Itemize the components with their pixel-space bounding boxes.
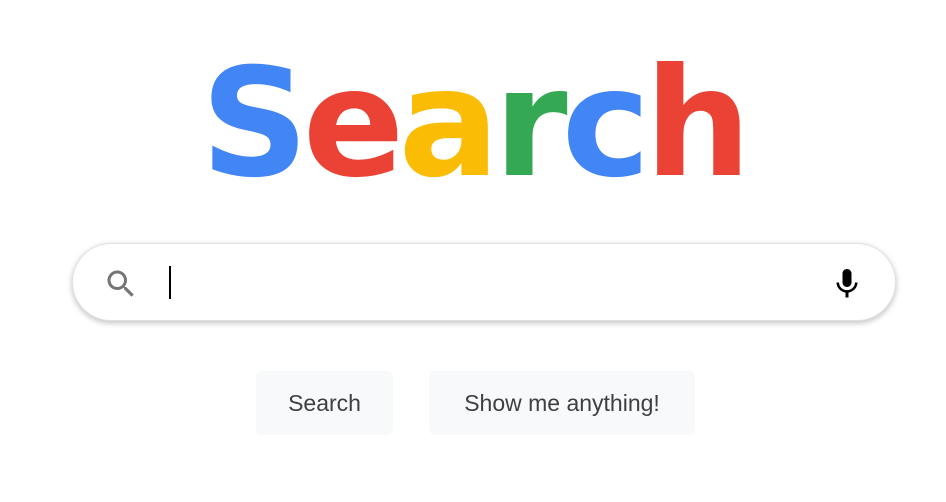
- search-home-page: Search Search Show me anything!: [0, 0, 946, 502]
- search-button[interactable]: Search: [256, 371, 393, 435]
- text-cursor: [169, 266, 171, 299]
- search-box[interactable]: [72, 243, 896, 321]
- microphone-icon[interactable]: [829, 264, 865, 304]
- logo: Search: [0, 44, 946, 204]
- logo-letter: S: [200, 37, 309, 211]
- logo-letter: r: [493, 37, 568, 211]
- logo-letter: a: [398, 37, 499, 211]
- search-input[interactable]: [168, 264, 808, 302]
- logo-letter: h: [644, 37, 752, 211]
- show-me-anything-button[interactable]: Show me anything!: [429, 371, 695, 435]
- search-icon[interactable]: [103, 266, 139, 302]
- logo-letter: e: [302, 37, 405, 211]
- logo-letter: c: [561, 37, 651, 211]
